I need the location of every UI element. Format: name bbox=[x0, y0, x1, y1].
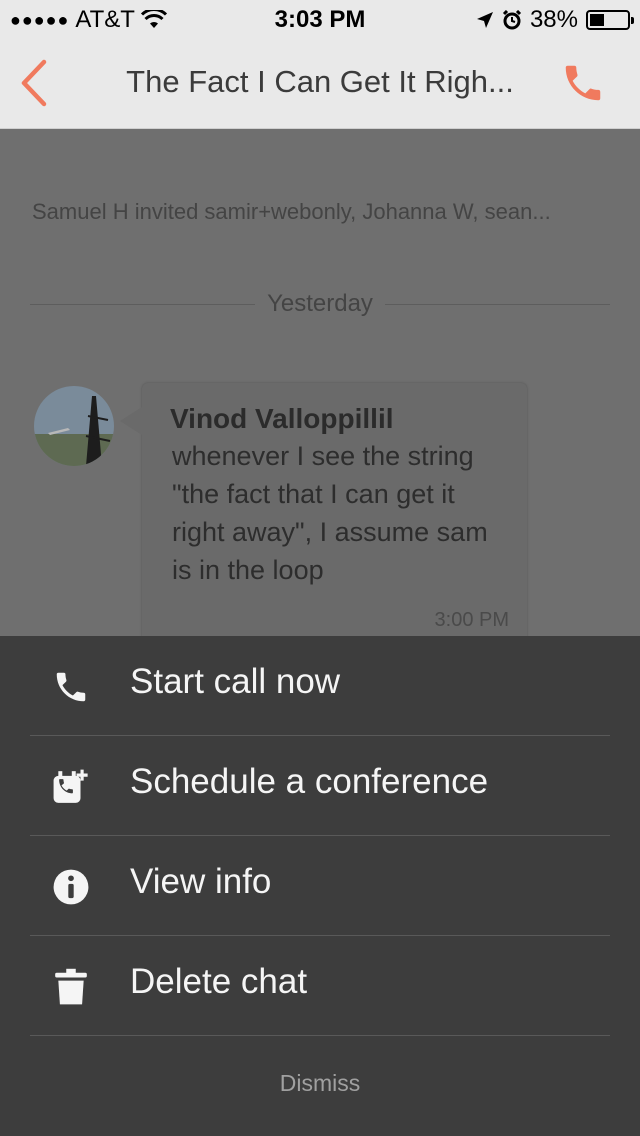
date-divider-label: Yesterday bbox=[267, 290, 373, 317]
conversation-area: Samuel H invited samir+webonly, Johanna … bbox=[0, 129, 640, 653]
status-bar: ●●●●● AT&T 3:03 PM 38% bbox=[0, 0, 640, 40]
start-call-now-button[interactable]: Start call now bbox=[30, 636, 610, 736]
message-text: whenever I see the string "the fact that… bbox=[172, 441, 488, 585]
navigation-bar: The Fact I Can Get It Righ... bbox=[0, 40, 640, 129]
delete-chat-button[interactable]: Delete chat bbox=[30, 936, 610, 1036]
message-timestamp: 3:00 PM bbox=[434, 609, 509, 631]
date-divider: Yesterday bbox=[30, 289, 611, 319]
divider-line bbox=[30, 303, 256, 305]
back-chevron-icon[interactable] bbox=[14, 58, 58, 108]
chat-title: The Fact I Can Get It Righ... bbox=[126, 64, 514, 99]
battery-fill bbox=[590, 14, 604, 26]
phone-call-icon[interactable] bbox=[560, 60, 606, 106]
alarm-clock-icon bbox=[502, 10, 522, 30]
schedule-conference-button[interactable]: Schedule a conference bbox=[30, 736, 610, 836]
divider-line bbox=[384, 303, 611, 305]
dismiss-button[interactable]: Dismiss bbox=[0, 1070, 640, 1097]
info-icon bbox=[53, 869, 89, 905]
avatar[interactable] bbox=[34, 386, 114, 466]
view-info-button[interactable]: View info bbox=[30, 836, 610, 936]
system-message: Samuel H invited samir+webonly, Johanna … bbox=[32, 199, 551, 224]
avatar-photo bbox=[34, 386, 114, 466]
action-label: Delete chat bbox=[130, 962, 308, 1001]
status-right: 38% bbox=[476, 6, 634, 34]
location-arrow-icon bbox=[476, 12, 493, 28]
action-label: Start call now bbox=[130, 662, 341, 701]
trash-icon bbox=[55, 968, 87, 1005]
action-label: Schedule a conference bbox=[130, 762, 489, 801]
message-bubble[interactable]: Vinod Valloppillil whenever I see the st… bbox=[120, 383, 527, 653]
phone-icon bbox=[56, 672, 86, 702]
battery-percent: 38% bbox=[529, 6, 578, 33]
calendar-add-icon bbox=[53, 769, 88, 803]
action-label: View info bbox=[130, 862, 272, 901]
message-sender: Vinod Valloppillil bbox=[170, 403, 394, 434]
battery-icon bbox=[586, 10, 634, 30]
action-sheet: Start call now Schedule a conference Vie… bbox=[0, 636, 640, 1136]
